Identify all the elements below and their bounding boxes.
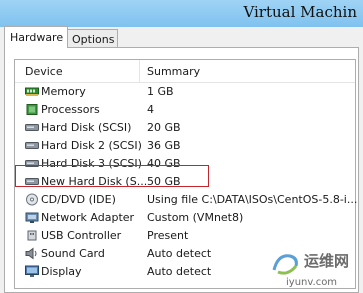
window-title: Virtual Machin: [243, 3, 357, 21]
usb-controller-icon: [27, 230, 37, 241]
hard-disk-icon: [25, 178, 39, 185]
list-item[interactable]: Hard Disk 2 (SCSI) 36 GB: [15, 137, 355, 155]
device-summary: 1 GB: [147, 85, 174, 98]
watermark-logo-icon: [272, 254, 298, 275]
device-summary: 20 GB: [147, 121, 181, 134]
watermark: 运维网 iyunv.com: [270, 248, 360, 293]
column-header-summary[interactable]: Summary: [147, 65, 200, 78]
device-name: Sound Card: [41, 247, 105, 260]
list-item[interactable]: CD/DVD (IDE) Using file C:\DATA\ISOs\Cen…: [15, 191, 358, 209]
device-name: Hard Disk 2 (SCSI): [41, 139, 142, 152]
title-bar: Virtual Machin: [0, 0, 363, 27]
cd-dvd-icon: [26, 193, 38, 206]
device-summary: Auto detect: [147, 265, 212, 278]
device-summary: 36 GB: [147, 139, 181, 152]
tab-hardware[interactable]: Hardware: [4, 26, 68, 48]
list-item[interactable]: USB Controller Present: [15, 227, 355, 245]
list-item[interactable]: Hard Disk (SCSI) 20 GB: [15, 119, 355, 137]
device-summary: Using file C:\DATA\ISOs\CentOS-5.8-i...: [147, 193, 358, 206]
tab-options[interactable]: Options: [66, 29, 118, 49]
watermark-text: 运维网: [304, 252, 350, 270]
list-item[interactable]: Memory 1 GB: [15, 83, 355, 101]
list-header: Device Summary: [15, 60, 355, 83]
device-name: Network Adapter: [41, 211, 135, 224]
processor-icon: [26, 104, 38, 115]
device-summary: 4: [147, 103, 154, 116]
device-name: Display: [41, 265, 82, 278]
list-item[interactable]: New Hard Disk (S... 50 GB: [15, 173, 355, 191]
device-name: USB Controller: [41, 229, 122, 242]
device-name: Memory: [41, 85, 86, 98]
device-summary: Auto detect: [147, 247, 212, 260]
device-name: Processors: [41, 103, 100, 116]
list-item[interactable]: Hard Disk 3 (SCSI) 40 GB: [15, 155, 355, 173]
device-name: New Hard Disk (S...: [41, 175, 148, 188]
column-header-device[interactable]: Device: [25, 65, 63, 78]
device-summary: Present: [147, 229, 189, 242]
device-summary: 40 GB: [147, 157, 181, 170]
column-divider[interactable]: [139, 60, 140, 82]
device-summary: 50 GB: [147, 175, 181, 188]
device-summary: Custom (VMnet8): [147, 211, 244, 224]
hard-disk-icon: [25, 124, 39, 131]
memory-icon: [25, 87, 39, 96]
device-name: Hard Disk 3 (SCSI): [41, 157, 142, 170]
device-name: Hard Disk (SCSI): [41, 121, 132, 134]
sound-card-icon: [25, 247, 37, 260]
device-name: CD/DVD (IDE): [41, 193, 116, 206]
watermark-url: iyunv.com: [286, 277, 338, 288]
hard-disk-icon: [25, 142, 39, 149]
list-item[interactable]: Processors 4: [15, 101, 355, 119]
hard-disk-icon: [25, 160, 39, 167]
network-adapter-icon: [25, 212, 39, 223]
list-item[interactable]: Network Adapter Custom (VMnet8): [15, 209, 355, 227]
display-icon: [25, 265, 39, 277]
